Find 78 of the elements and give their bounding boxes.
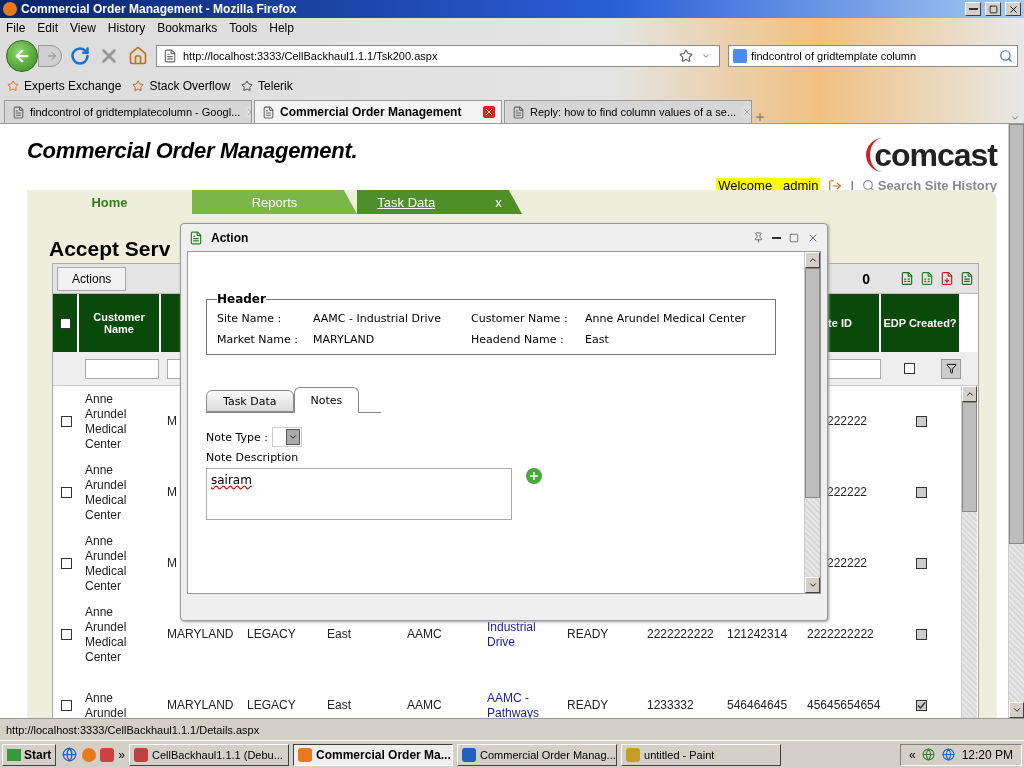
browser-tab[interactable]: Commercial Order Management — [254, 100, 502, 123]
table-cell-text: 222222 — [825, 414, 868, 429]
table-cell-text: Anne Arundel Medical Center — [84, 391, 128, 452]
bookmark-link[interactable]: Stack Overflow — [131, 78, 231, 93]
table-cell-text: AAMC — [406, 698, 443, 713]
section-heading: Accept Serv — [49, 237, 171, 262]
table-cell-text: 121242314 — [726, 627, 789, 642]
menu-item[interactable]: Tools — [229, 21, 258, 35]
field-value: MARYLAND — [313, 333, 376, 346]
column-header[interactable]: Customer Name — [79, 294, 161, 352]
table-cell-text: M — [166, 485, 178, 500]
table-cell-text: READY — [566, 627, 610, 642]
menu-item[interactable]: Help — [269, 21, 294, 35]
menu-item[interactable]: Edit — [37, 21, 59, 35]
table-cell-text: Anne Arundel Medical Center — [84, 462, 128, 523]
table-cell-text: Anne Arundel — [84, 690, 128, 718]
window-title: Commercial Order Management - Mozilla Firefox — [21, 2, 298, 16]
table-cell-text: East — [326, 698, 352, 713]
menu-item[interactable]: Bookmarks — [157, 21, 218, 35]
browser-tab[interactable]: Reply: how to find column values of a se... — [504, 100, 752, 123]
table-cell-text: LEGACY — [246, 627, 297, 642]
field-value: AAMC - Industrial Drive — [313, 312, 442, 325]
bookmark-link[interactable]: Experts Exchange — [6, 78, 122, 93]
table-cell-text: M — [166, 414, 178, 429]
address-field[interactable]: http://localhost:3333/CellBackhaul1.1.1/Tsk200.aspx — [156, 44, 720, 67]
field-value: East — [585, 333, 610, 346]
field-value: Anne Arundel Medical Center — [585, 312, 747, 325]
menu-item[interactable]: File — [6, 21, 26, 35]
note-type-label: Note Type : — [206, 430, 268, 444]
dialog-tab[interactable]: Notes — [293, 387, 360, 413]
search-history-link[interactable]: Search Site History — [861, 178, 997, 193]
clock-text: 12:20 PM — [961, 747, 1013, 762]
site-link[interactable]: Industrial Drive — [481, 619, 561, 650]
page-title: Commercial Order Management. — [27, 138, 358, 165]
table-cell-text: 1233332 — [646, 698, 695, 713]
tray-chevron[interactable]: « — [908, 747, 916, 762]
table-cell-text: LEGACY — [246, 698, 297, 713]
table-cell-text: Anne Arundel Medical Center — [84, 533, 128, 594]
table-cell-text: AAMC — [406, 627, 443, 642]
table-cell-text: 546464645 — [726, 698, 789, 713]
taskbar-button[interactable]: Commercial Order Ma... — [293, 743, 454, 766]
taskbar-button[interactable]: untitled - Paint — [621, 743, 782, 766]
table-cell-text: Anne Arundel Medical Center — [84, 604, 128, 665]
search-field[interactable]: findcontrol of gridtemplate column — [728, 44, 1018, 67]
close-tab-text[interactable]: x — [495, 194, 502, 210]
fieldset-legend: Header — [217, 292, 266, 306]
field-label: Headend Name : — [471, 333, 565, 346]
page-info: 0 — [862, 270, 870, 287]
company-logo: comcast — [866, 138, 997, 172]
table-cell-text: 222222 — [825, 556, 868, 571]
actions-button[interactable]: Actions — [57, 266, 127, 291]
table-cell-text: M — [166, 556, 178, 571]
menu-item[interactable]: View — [70, 21, 96, 35]
start-button[interactable]: Start — [2, 743, 57, 766]
status-text: http://localhost:3333/CellBackhaul1.1.1/Details.aspx — [6, 723, 261, 736]
nav-tab[interactable]: Task Data x — [357, 190, 522, 214]
table-cell-text: READY — [566, 698, 610, 713]
taskbar-button[interactable]: CellBackhaul1.1.1 (Debu... — [129, 743, 290, 766]
note-description-field[interactable]: sairam — [206, 468, 512, 520]
field-label: Market Name : — [217, 333, 299, 346]
more-text[interactable]: » — [118, 747, 126, 762]
browser-tab[interactable]: findcontrol of gridtemplatecolumn - Googl... — [4, 100, 252, 123]
dialog-title: Action — [211, 230, 250, 245]
dialog-tab[interactable]: Task Data — [206, 390, 294, 412]
taskbar-button[interactable]: Commercial Order Manag... — [457, 743, 618, 766]
field-label: Site Name : — [217, 312, 283, 325]
bookmark-link[interactable]: Telerik — [240, 78, 293, 93]
table-cell-text: 2222222222 — [806, 627, 875, 642]
table-cell-text: 2222222222 — [646, 627, 715, 642]
table-cell-text: 45645654654 — [806, 698, 881, 713]
table-cell-text: East — [326, 627, 352, 642]
table-cell-text: MARYLAND — [166, 627, 235, 642]
note-description-label: Note Description — [206, 451, 300, 464]
menu-item[interactable]: History — [107, 21, 146, 35]
table-cell-text: 222222 — [825, 485, 868, 500]
field-label: Customer Name : — [471, 312, 569, 325]
column-header[interactable]: EDP Created? — [881, 294, 961, 352]
table-cell-text: MARYLAND — [166, 698, 235, 713]
